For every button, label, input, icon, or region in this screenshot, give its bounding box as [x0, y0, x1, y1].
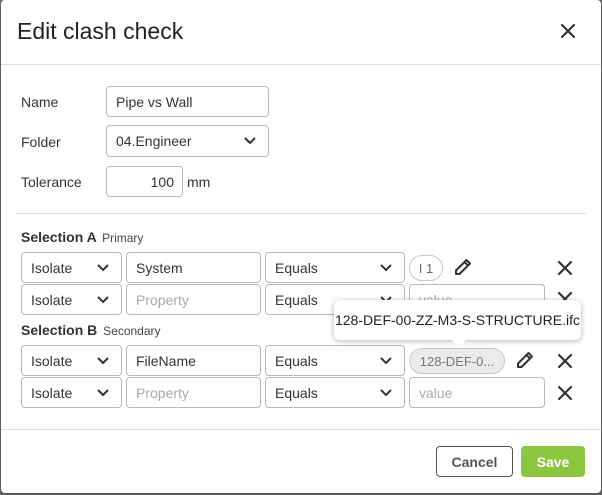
dialog-title: Edit clash check: [17, 18, 184, 44]
cancel-button[interactable]: Cancel: [436, 446, 513, 477]
selection-a-row1-property-field[interactable]: [126, 252, 261, 283]
selection-a-heading: Selection A Primary: [21, 229, 143, 245]
name-input[interactable]: [116, 93, 268, 110]
folder-label: Folder: [21, 134, 61, 150]
name-label: Name: [21, 94, 59, 110]
close-icon[interactable]: [554, 382, 576, 404]
operator-value: Equals: [275, 384, 318, 401]
operator-value: Equals: [275, 259, 318, 276]
selection-b-row2-value-field[interactable]: [409, 377, 545, 408]
dialog-header: Edit clash check: [1, 0, 601, 65]
selection-b-row2-property-field[interactable]: [126, 377, 261, 408]
property-input[interactable]: [136, 352, 260, 369]
selection-a-title: Selection A: [21, 229, 97, 245]
save-button[interactable]: Save: [521, 446, 585, 477]
footer-divider: [1, 429, 601, 430]
selection-a-row2-mode-select[interactable]: Isolate: [21, 284, 122, 315]
selection-b-row1-value-pill[interactable]: 128-DEF-0...: [409, 348, 505, 374]
mode-value: Isolate: [31, 384, 73, 401]
mode-value: Isolate: [31, 352, 73, 369]
chevron-down-icon: [380, 356, 392, 364]
property-input[interactable]: [136, 384, 260, 401]
selection-b-row2-operator-select[interactable]: Equals: [265, 377, 405, 408]
selection-a-row1-value-pill[interactable]: I 1: [409, 255, 443, 281]
chevron-down-icon: [380, 263, 392, 271]
chevron-down-icon: [380, 388, 392, 396]
tolerance-unit: mm: [187, 174, 211, 190]
section-divider: [16, 213, 586, 214]
close-icon[interactable]: [554, 350, 576, 372]
tolerance-label: Tolerance: [21, 174, 82, 190]
selection-a-row1-mode-select[interactable]: Isolate: [21, 252, 122, 283]
selection-b-row1-operator-select[interactable]: Equals: [265, 345, 405, 376]
pencil-icon[interactable]: [452, 256, 474, 278]
tooltip-arrow: [451, 339, 467, 347]
mode-value: Isolate: [31, 291, 73, 308]
tooltip-text: 128-DEF-00-ZZ-M3-S-STRUCTURE.ifc: [334, 312, 580, 328]
chevron-down-icon: [97, 263, 109, 271]
filename-tooltip: 128-DEF-00-ZZ-M3-S-STRUCTURE.ifc: [334, 300, 581, 340]
value-input[interactable]: [419, 384, 544, 401]
operator-value: Equals: [275, 352, 318, 369]
selection-a-row2-property-field[interactable]: [126, 284, 261, 315]
tolerance-field[interactable]: [106, 166, 183, 197]
close-icon[interactable]: [554, 257, 576, 279]
property-input[interactable]: [136, 291, 260, 308]
selection-b-row1-mode-select[interactable]: Isolate: [21, 345, 122, 376]
selection-b-row2-mode-select[interactable]: Isolate: [21, 377, 122, 408]
selection-a-row1-operator-select[interactable]: Equals: [265, 252, 405, 283]
name-field[interactable]: [106, 86, 269, 117]
property-input[interactable]: [136, 259, 260, 276]
chevron-down-icon: [244, 137, 256, 145]
chevron-down-icon: [97, 356, 109, 364]
chevron-down-icon: [97, 295, 109, 303]
mode-value: Isolate: [31, 259, 73, 276]
folder-value: 04.Engineer: [116, 133, 192, 149]
pencil-icon[interactable]: [514, 349, 536, 371]
selection-a-subtitle: Primary: [102, 231, 144, 245]
selection-b-subtitle: Secondary: [103, 324, 161, 338]
selection-b-row1-property-field[interactable]: [126, 345, 261, 376]
edit-clash-check-dialog: Edit clash check Name Folder 04.Engineer…: [1, 0, 601, 493]
selection-b-title: Selection B: [21, 322, 98, 338]
chevron-down-icon: [97, 388, 109, 396]
close-icon[interactable]: [557, 20, 579, 42]
tolerance-input[interactable]: [116, 173, 174, 190]
selection-b-heading: Selection B Secondary: [21, 322, 161, 338]
folder-select[interactable]: 04.Engineer: [106, 125, 269, 157]
